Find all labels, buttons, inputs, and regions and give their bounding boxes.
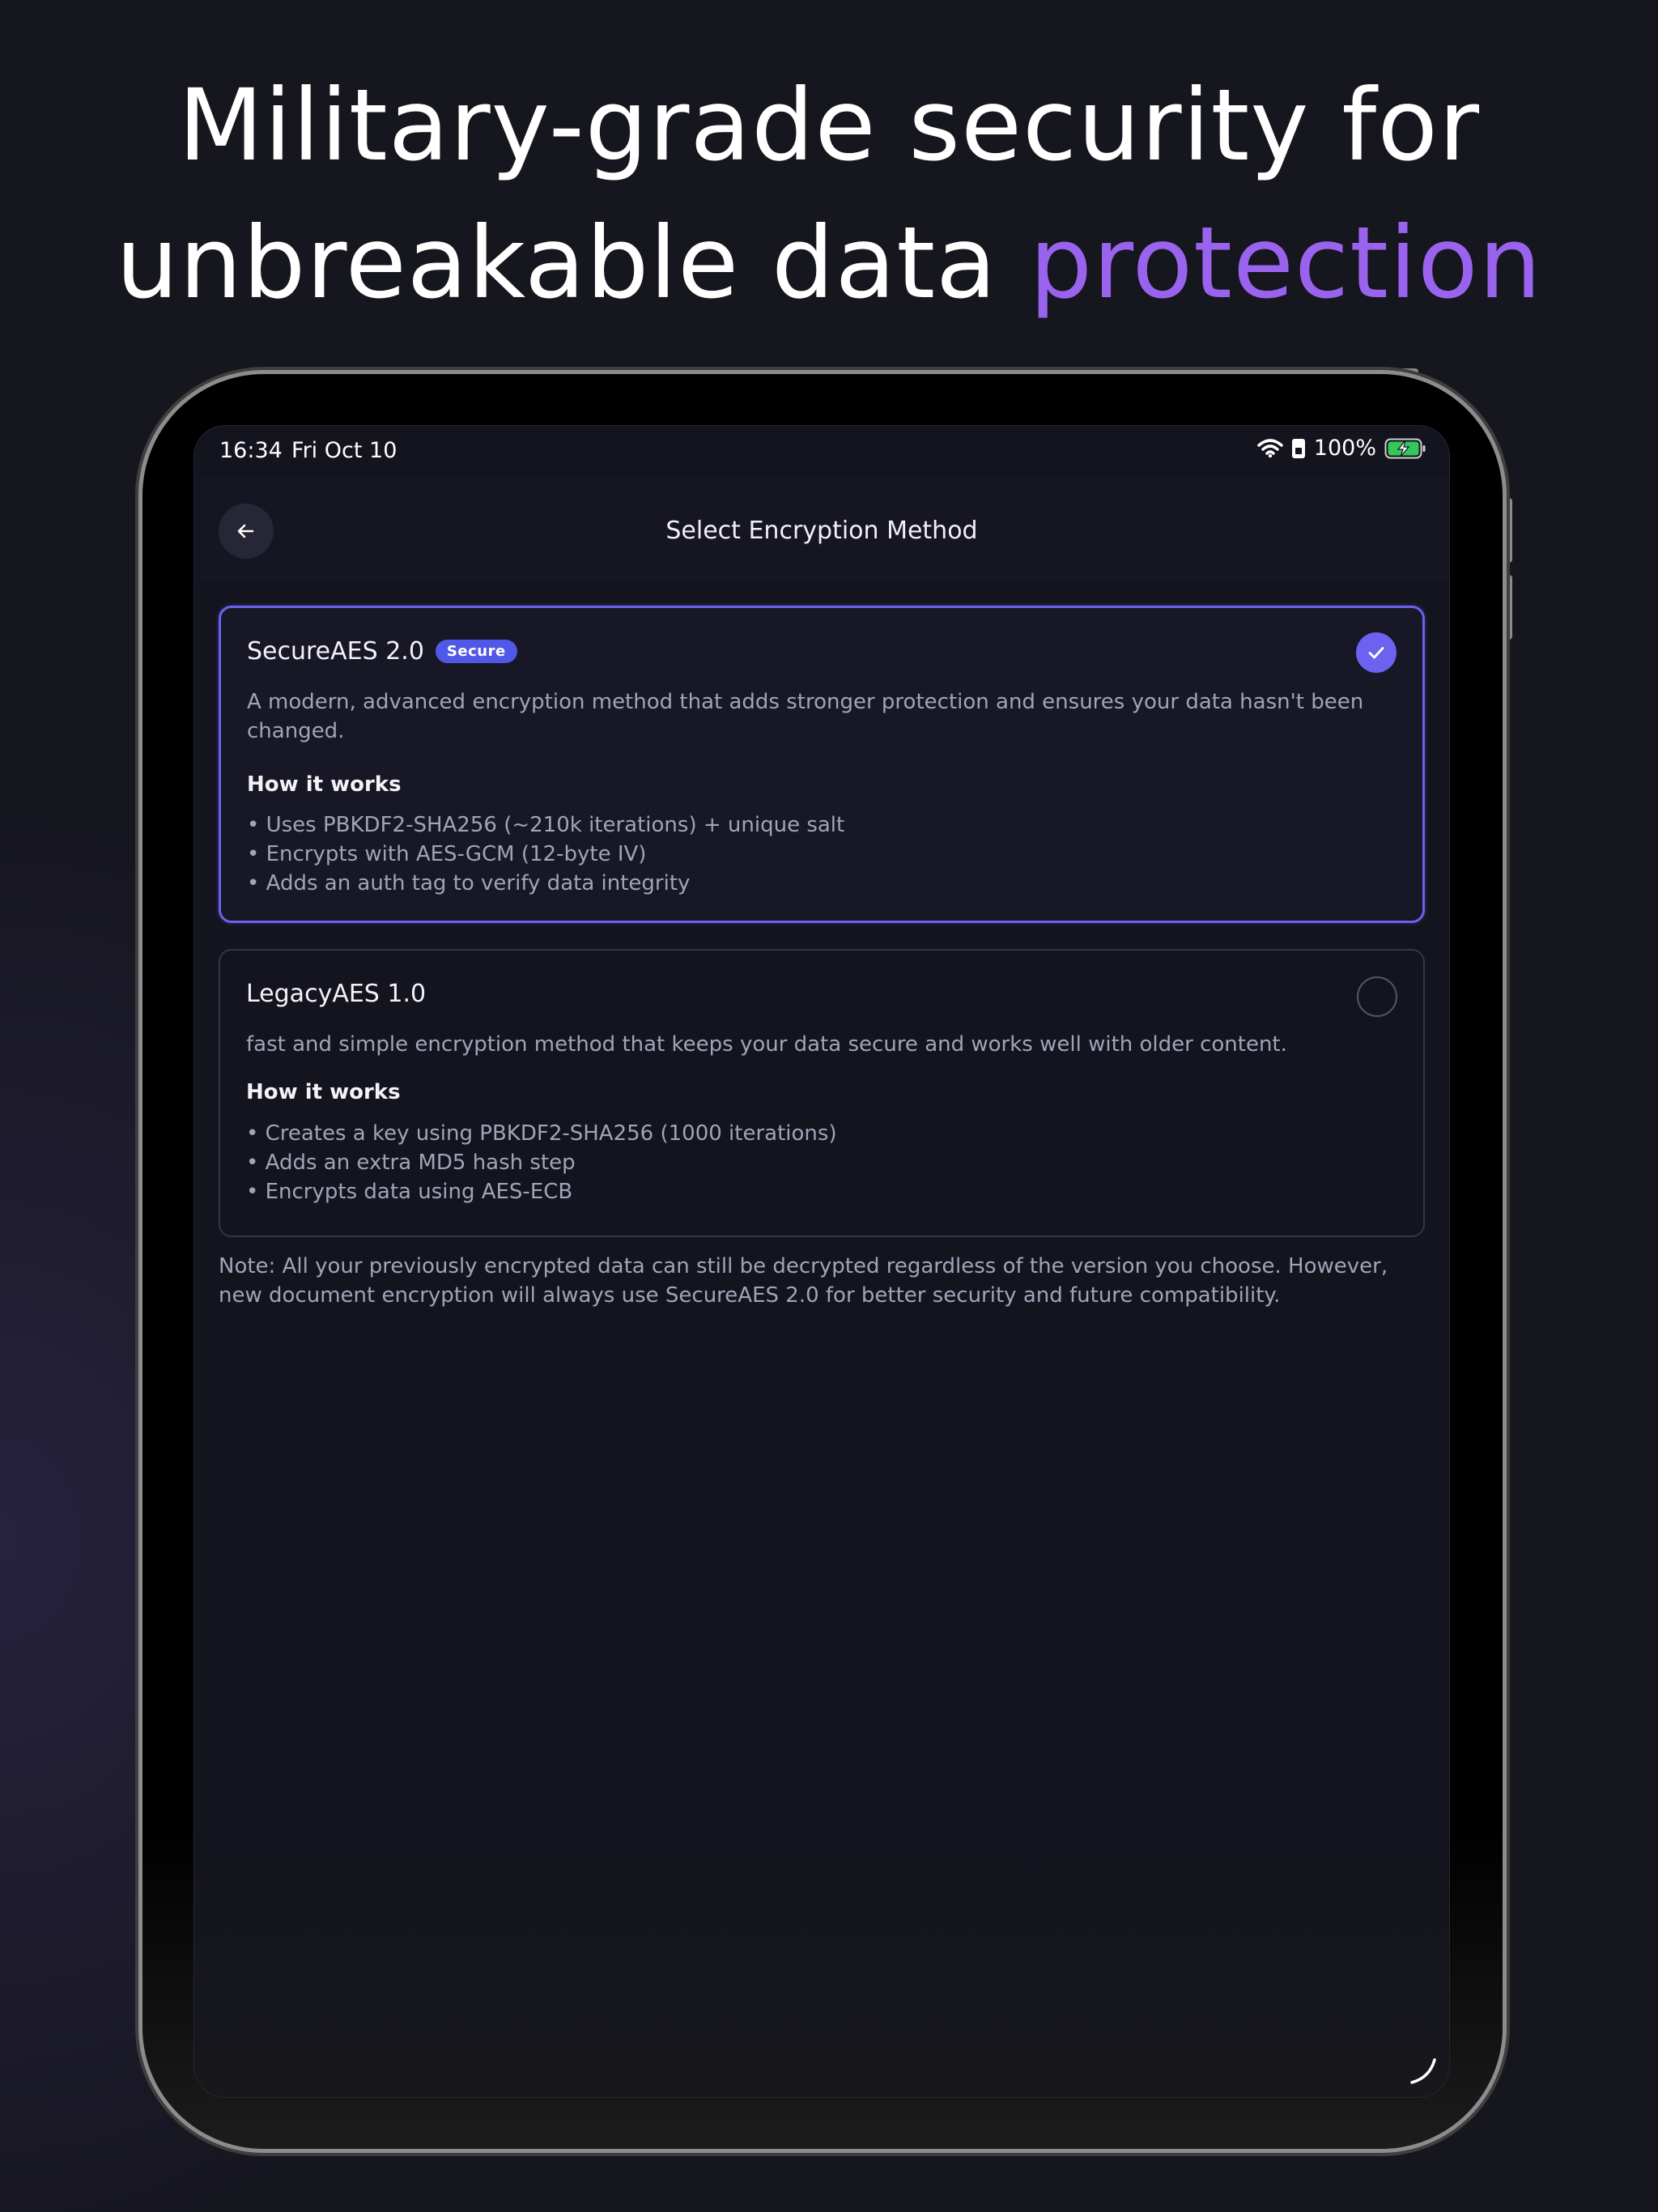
option-title-row: LegacyAES 1.0 xyxy=(246,980,426,1008)
list-item: Uses PBKDF2-SHA256 (~210k iterations) + … xyxy=(247,810,845,840)
device-volume-up-button xyxy=(1506,498,1512,563)
status-icons: 100% xyxy=(1257,436,1426,461)
option-description: A modern, advanced encryption method tha… xyxy=(247,690,1364,743)
how-it-works-list: Creates a key using PBKDF2-SHA256 (1000 … xyxy=(246,1119,837,1206)
headline-line-2-main: unbreakable data xyxy=(116,206,1030,321)
resize-corner-icon xyxy=(1410,2058,1436,2084)
battery-charging-icon xyxy=(1384,438,1426,458)
option-description: fast and simple encryption method that k… xyxy=(246,1032,1287,1057)
compatibility-note: Note: All your previously encrypted data… xyxy=(219,1254,1388,1308)
option-card-secureaes[interactable]: SecureAES 2.0 Secure A modern, advanced … xyxy=(219,606,1425,923)
tablet-device-frame: 16:34 Fri Oct 10 100% Select Encryption … xyxy=(142,374,1503,2149)
option-title: SecureAES 2.0 xyxy=(247,637,424,666)
marketing-headline: Military-grade security for unbreakable … xyxy=(0,57,1658,332)
wifi-icon xyxy=(1257,438,1283,457)
option-title-row: SecureAES 2.0 Secure xyxy=(247,637,517,666)
app-screen: 16:34 Fri Oct 10 100% Select Encryption … xyxy=(194,426,1449,2097)
option-card-legacyaes[interactable]: LegacyAES 1.0 fast and simple encryption… xyxy=(219,949,1425,1237)
headline-line-1: Military-grade security for xyxy=(177,68,1481,183)
list-item: Adds an auth tag to verify data integrit… xyxy=(247,869,844,898)
headline-line-2: unbreakable data protection xyxy=(0,194,1658,332)
sim-icon xyxy=(1291,438,1305,458)
list-item: Encrypts with AES-GCM (12-byte IV) xyxy=(247,840,844,869)
battery-percent: 100% xyxy=(1313,436,1376,461)
how-it-works-heading: How it works xyxy=(247,772,402,797)
page-title: Select Encryption Method xyxy=(665,517,978,545)
how-it-works-heading: How it works xyxy=(246,1080,401,1104)
list-item: Creates a key using PBKDF2-SHA256 (1000 … xyxy=(246,1119,837,1148)
checkmark-icon xyxy=(1368,647,1384,659)
secure-badge: Secure xyxy=(435,640,517,663)
status-bar: 16:34 Fri Oct 10 100% xyxy=(194,426,1449,478)
option-title: LegacyAES 1.0 xyxy=(246,980,427,1008)
status-date: Fri Oct 10 xyxy=(291,438,397,463)
status-time: 16:34 xyxy=(219,438,283,463)
selected-radio[interactable] xyxy=(1356,632,1397,673)
list-item: Encrypts data using AES-ECB xyxy=(246,1177,837,1206)
unselected-radio[interactable] xyxy=(1357,976,1397,1017)
list-item: Adds an extra MD5 hash step xyxy=(246,1148,837,1177)
headline-accent-word: protection xyxy=(1029,206,1542,321)
navigation-bar: Select Encryption Method xyxy=(194,478,1449,581)
how-it-works-list: Uses PBKDF2-SHA256 (~210k iterations) + … xyxy=(247,810,845,898)
device-volume-down-button xyxy=(1506,575,1512,640)
